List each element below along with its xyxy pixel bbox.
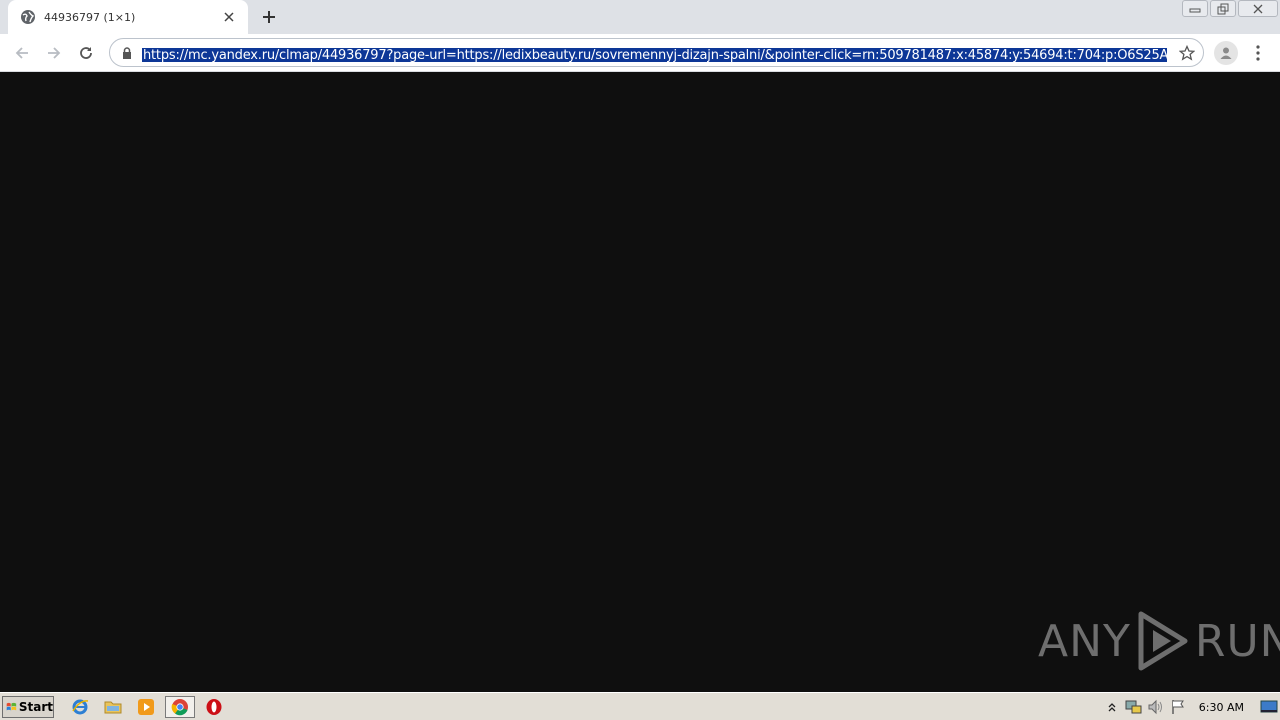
globe-icon [20,9,36,25]
minimize-icon [1189,8,1201,12]
restore-icon [1217,3,1229,14]
kebab-menu-icon [1256,45,1260,61]
chrome-taskbar-button[interactable] [165,696,195,718]
new-tab-button[interactable] [256,5,282,29]
page-viewport[interactable]: ANY RUN [0,72,1280,692]
reload-button[interactable] [72,39,100,67]
windows-flag-icon [6,702,17,711]
back-arrow-icon [15,47,28,59]
reload-icon [80,47,92,59]
back-button[interactable] [8,39,36,67]
volume-icon[interactable] [1145,697,1167,717]
start-button[interactable]: Start [2,696,54,718]
show-desktop-icon[interactable] [1258,697,1280,717]
lock-icon [120,46,134,60]
plus-icon [263,11,275,23]
start-label: Start [18,700,53,714]
watermark-left-text: ANY [1038,615,1131,667]
opera-icon[interactable] [203,697,225,717]
address-bar[interactable]: https://mc.yandex.ru/clmap/44936797?page… [109,38,1204,67]
browser-toolbar: https://mc.yandex.ru/clmap/44936797?page… [0,34,1280,72]
anyrun-watermark: ANY RUN [1038,610,1280,672]
network-icon[interactable] [1123,697,1145,717]
window-controls [1180,0,1278,17]
url-text: https://mc.yandex.ru/clmap/44936797?page… [142,48,1167,62]
close-window-button[interactable] [1238,0,1278,17]
windows-taskbar: Start 6:30 AM [0,692,1280,720]
watermark-right-text: RUN [1194,615,1280,667]
internet-explorer-icon[interactable] [69,697,91,717]
profile-icon[interactable] [1214,41,1238,65]
action-center-flag-icon[interactable] [1167,697,1189,717]
media-player-icon[interactable] [135,697,157,717]
forward-button[interactable] [40,39,68,67]
forward-arrow-icon [48,47,61,59]
browser-tab[interactable]: 44936797 (1×1) [8,0,248,34]
url-field[interactable]: https://mc.yandex.ru/clmap/44936797?page… [142,44,1167,62]
play-logo-icon [1138,611,1188,671]
chrome-icon [171,699,188,716]
close-tab-icon[interactable] [220,8,238,26]
explorer-folder-icon[interactable] [102,697,124,717]
browser-menu-button[interactable] [1248,40,1268,66]
tab-strip: 44936797 (1×1) [0,0,1280,34]
show-hidden-icon[interactable] [1101,697,1123,717]
tab-title: 44936797 (1×1) [44,10,136,24]
minimize-button[interactable] [1182,0,1208,17]
bookmark-star-icon[interactable] [1177,43,1197,63]
close-icon [1253,4,1263,13]
taskbar-clock[interactable]: 6:30 AM [1199,701,1244,714]
system-tray: 6:30 AM [1101,695,1280,719]
restore-button[interactable] [1210,0,1236,17]
